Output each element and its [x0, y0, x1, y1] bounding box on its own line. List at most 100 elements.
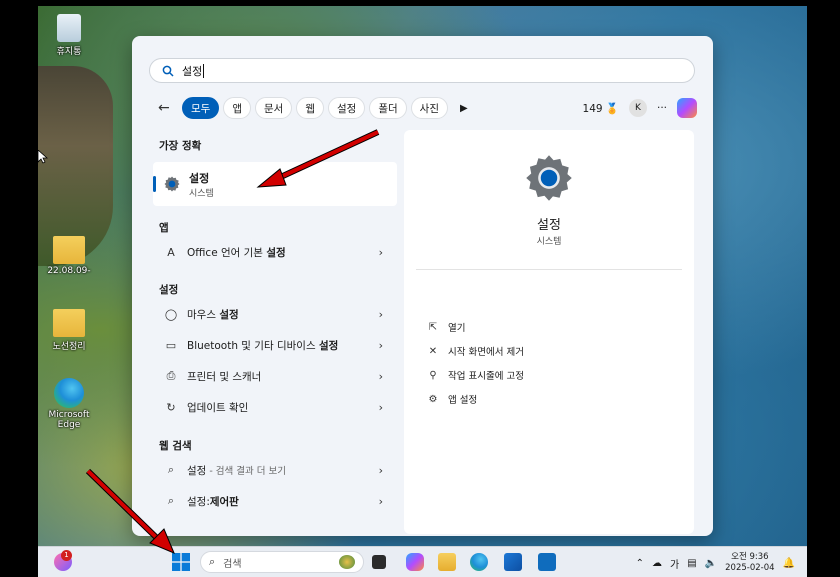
- desktop-icon-folder-2[interactable]: 노선정리: [38, 309, 100, 352]
- onedrive-icon[interactable]: ☁: [652, 558, 662, 569]
- result-bluetooth-settings[interactable]: ▭ Bluetooth 및 기타 디바이스 설정 ›: [153, 333, 397, 357]
- search-input[interactable]: 설정: [149, 58, 695, 83]
- store-icon[interactable]: [504, 553, 522, 571]
- update-icon: ↻: [166, 400, 176, 414]
- folder-icon: [53, 236, 85, 264]
- result-printers-scanners[interactable]: ⎙ 프린터 및 스캐너 ›: [153, 364, 397, 388]
- desktop-icon-edge[interactable]: Microsoft Edge: [38, 378, 100, 430]
- result-check-updates[interactable]: ↻ 업데이트 확인 ›: [153, 395, 397, 419]
- filter-web[interactable]: 웹: [296, 97, 324, 119]
- more-filters-icon[interactable]: ▶: [460, 103, 468, 114]
- text-caret: [203, 63, 205, 78]
- action-unpin-start[interactable]: ✕ 시작 화면에서 제거: [426, 344, 524, 359]
- filter-documents[interactable]: 문서: [255, 97, 293, 119]
- result-label-bold: 설정: [318, 339, 339, 352]
- action-label: 작업 표시줄에 고정: [448, 371, 524, 382]
- chevron-up-icon[interactable]: ⌃: [636, 558, 644, 569]
- edge-icon: [54, 378, 84, 408]
- points-count: 149 🏅: [583, 102, 619, 115]
- action-label: 열기: [448, 323, 466, 334]
- notification-bell-icon[interactable]: 🔔: [783, 558, 795, 569]
- filter-photos[interactable]: 사진: [410, 97, 448, 119]
- outlook-icon[interactable]: [538, 553, 556, 571]
- chevron-right-icon[interactable]: ›: [379, 370, 383, 383]
- ime-indicator[interactable]: 가: [670, 556, 679, 571]
- chevron-right-icon[interactable]: ›: [379, 308, 383, 321]
- action-open[interactable]: ⇱ 열기: [426, 320, 466, 335]
- chevron-right-icon[interactable]: ›: [379, 464, 383, 477]
- result-label-text: 업데이트 확인: [187, 401, 249, 414]
- bluetooth-devices-icon: ▭: [165, 338, 177, 352]
- result-label-bold: 제어판: [209, 495, 239, 508]
- result-label-muted: - 검색 결과 더 보기: [206, 465, 287, 477]
- filter-all[interactable]: 모두: [182, 97, 220, 119]
- result-label-bold: 설정: [219, 308, 239, 321]
- search-icon: ⌕: [209, 555, 216, 568]
- back-arrow-icon[interactable]: ←: [158, 100, 176, 116]
- chevron-right-icon[interactable]: ›: [379, 495, 383, 508]
- edge-icon[interactable]: [470, 553, 488, 571]
- mouse-icon: ◯: [164, 307, 178, 321]
- search-highlight-icon: [339, 555, 355, 569]
- notification-badge: 1: [61, 550, 72, 561]
- account-avatar[interactable]: K: [628, 99, 647, 117]
- points-value: 149: [582, 102, 603, 115]
- best-match-settings[interactable]: 설정 시스템: [153, 162, 397, 206]
- chevron-right-icon[interactable]: ›: [379, 401, 383, 414]
- detail-title: 설정: [537, 218, 561, 233]
- settings-header: 설정: [159, 284, 179, 296]
- result-label-text: 설정:: [187, 495, 210, 508]
- result-label: Office 언어 기본 설정: [187, 245, 286, 260]
- taskbar-search-box[interactable]: ⌕ 검색: [200, 551, 364, 573]
- filter-row: ← 모두 앱 문서 웹 설정 폴더 사진 ▶: [158, 96, 468, 120]
- desktop-icon-folder-1[interactable]: 22.08.09-: [38, 236, 100, 276]
- gear-icon: ⚙: [428, 393, 438, 405]
- filter-settings[interactable]: 설정: [328, 97, 366, 119]
- desktop-icon-label: 휴지통: [56, 47, 82, 57]
- file-explorer-icon[interactable]: [438, 553, 456, 571]
- folder-icon: [53, 309, 85, 337]
- action-app-settings[interactable]: ⚙ 앱 설정: [426, 392, 478, 407]
- task-view-icon[interactable]: [372, 555, 386, 569]
- clock-time: 오전 9:36: [731, 552, 769, 562]
- copilot-icon[interactable]: [677, 98, 697, 118]
- taskbar-search-placeholder: 검색: [223, 558, 242, 570]
- medal-icon: 🏅: [605, 102, 619, 115]
- network-icon[interactable]: ▤: [687, 558, 696, 569]
- web-search-header: 웹 검색: [159, 440, 192, 452]
- result-web-control-panel[interactable]: ⌕ 설정:제어판 ›: [153, 489, 397, 513]
- clock[interactable]: 오전 9:36 2025-02-04: [725, 552, 774, 574]
- desktop-icon-label: Microsoft Edge: [48, 410, 90, 430]
- pin-icon: ⚲: [429, 369, 437, 381]
- desktop-icon-recycle-bin[interactable]: 휴지통: [38, 14, 100, 57]
- start-button[interactable]: [172, 553, 190, 571]
- result-label-text: 프린터 및 스캐너: [187, 370, 262, 383]
- result-web-more[interactable]: ⌕ 설정 - 검색 결과 더 보기 ›: [153, 458, 397, 482]
- mouse-cursor-icon: [38, 150, 48, 164]
- best-match-title: 설정: [189, 171, 210, 185]
- filter-folders[interactable]: 폴더: [369, 97, 407, 119]
- detail-pane: 설정 시스템 ⇱ 열기 ✕ 시작 화면에서 제거 ⚲ 작업 표시줄에 고정 ⚙ …: [404, 130, 694, 534]
- chevron-right-icon[interactable]: ›: [379, 246, 383, 259]
- result-label-text: 마우스: [187, 308, 220, 321]
- filter-apps[interactable]: 앱: [223, 97, 251, 119]
- search-icon: ⌕: [167, 463, 175, 476]
- divider: [416, 269, 682, 270]
- settings-gear-icon: [164, 176, 180, 192]
- settings-gear-icon: [526, 155, 572, 201]
- result-mouse-settings[interactable]: ◯ 마우스 설정 ›: [153, 302, 397, 326]
- result-label-bold: 설정: [266, 246, 286, 259]
- result-label-text: Bluetooth 및 기타 디바이스: [187, 339, 319, 352]
- chevron-right-icon[interactable]: ›: [379, 339, 383, 352]
- apps-header: 앱: [159, 222, 169, 234]
- copilot-icon[interactable]: [406, 553, 424, 571]
- more-options-icon[interactable]: ···: [657, 102, 667, 114]
- result-label-text: Office 언어 기본: [187, 246, 267, 259]
- volume-icon[interactable]: 🔈: [705, 558, 717, 569]
- action-pin-taskbar[interactable]: ⚲ 작업 표시줄에 고정: [426, 368, 524, 383]
- result-office-language[interactable]: A Office 언어 기본 설정 ›: [153, 240, 397, 264]
- start-search-panel: 설정 ← 모두 앱 문서 웹 설정 폴더 사진 ▶ 149 🏅 K ··· 가장…: [132, 36, 713, 536]
- best-match-header: 가장 정확: [159, 140, 202, 152]
- search-tools: 149 🏅 K ···: [583, 96, 697, 120]
- unpin-icon: ✕: [428, 345, 438, 357]
